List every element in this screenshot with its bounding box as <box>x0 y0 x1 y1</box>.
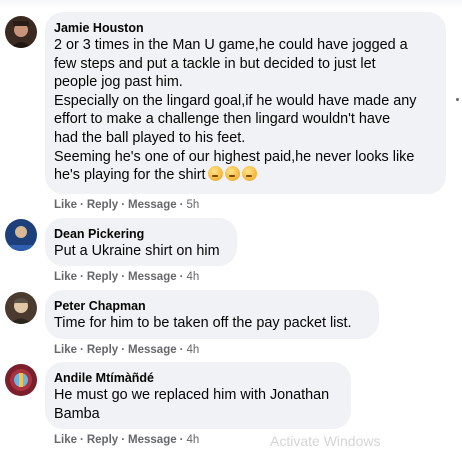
comment-timestamp[interactable]: 5h <box>186 199 199 211</box>
separator: · <box>179 434 184 446</box>
reply-button[interactable]: Reply <box>87 199 118 211</box>
separator: · <box>121 199 126 211</box>
reply-button[interactable]: Reply <box>87 434 118 446</box>
separator: · <box>179 344 184 356</box>
comment-bubble: Jamie Houston 2 or 3 times in the Man U … <box>45 12 446 194</box>
separator: · <box>121 271 126 283</box>
avatar[interactable] <box>5 219 37 251</box>
message-button[interactable]: Message <box>128 199 177 211</box>
like-button[interactable]: Like <box>54 344 77 356</box>
message-button[interactable]: Message <box>128 434 177 446</box>
comment-author[interactable]: Dean Pickering <box>54 226 225 242</box>
comment-timestamp[interactable]: 4h <box>186 344 199 356</box>
message-button[interactable]: Message <box>128 344 177 356</box>
message-button[interactable]: Message <box>128 271 177 283</box>
fragment-text: · · <box>200 0 210 5</box>
separator: · <box>80 434 84 446</box>
comment-author[interactable]: Andile Mtímàñdé <box>54 370 339 386</box>
thinking-face-emoji <box>207 166 223 182</box>
comment-bubble: Andile Mtímàñdé He must go we replaced h… <box>45 362 351 429</box>
separator: · <box>80 199 84 211</box>
activate-windows-watermark: Activate Windows <box>270 433 381 449</box>
comment-timestamp[interactable]: 4h <box>186 434 199 446</box>
options-dot-icon[interactable] <box>456 98 459 101</box>
avatar-photo-icon <box>5 16 37 48</box>
previous-comment-fragment: · · <box>0 0 462 8</box>
comment-bubble: Peter Chapman Time for him to be taken o… <box>45 290 379 339</box>
avatar-photo-icon <box>5 219 37 251</box>
comment-text: He must go we replaced him with Jonathan… <box>54 387 330 422</box>
separator: · <box>179 199 184 211</box>
comment-bubble: Dean Pickering Put a Ukraine shirt on hi… <box>45 218 237 266</box>
avatar-photo-icon <box>5 364 37 396</box>
comment-body: 2 or 3 times in the Man U game,he could … <box>54 37 417 184</box>
separator: · <box>80 344 84 356</box>
thinking-face-emoji <box>241 166 257 182</box>
avatar-photo-icon <box>5 292 37 324</box>
separator: · <box>121 434 126 446</box>
avatar[interactable] <box>5 292 37 324</box>
like-button[interactable]: Like <box>54 434 77 446</box>
like-button[interactable]: Like <box>54 271 77 283</box>
reply-button[interactable]: Reply <box>87 271 118 283</box>
comment-author[interactable]: Peter Chapman <box>54 298 367 314</box>
avatar[interactable] <box>5 364 37 396</box>
comment-text: 2 or 3 times in the Man U game,he could … <box>54 36 434 185</box>
comment-timestamp[interactable]: 4h <box>186 271 199 283</box>
comment-actions: Like · Reply · Message · 4h <box>54 270 199 284</box>
reply-button[interactable]: Reply <box>87 344 118 356</box>
comment-actions: Like · Reply · Message · 5h <box>54 198 199 212</box>
thinking-face-emoji <box>224 166 240 182</box>
comment-author[interactable]: Jamie Houston <box>54 20 434 36</box>
comment-actions: Like · Reply · Message · 4h <box>54 433 199 447</box>
comment-text: Put a Ukraine shirt on him <box>54 243 220 259</box>
comment-actions: Like · Reply · Message · 4h <box>54 343 199 357</box>
like-button[interactable]: Like <box>54 199 77 211</box>
separator: · <box>80 271 84 283</box>
separator: · <box>179 271 184 283</box>
separator: · <box>121 344 126 356</box>
comment-text: Time for him to be taken off the pay pac… <box>54 315 352 331</box>
avatar[interactable] <box>5 16 37 48</box>
